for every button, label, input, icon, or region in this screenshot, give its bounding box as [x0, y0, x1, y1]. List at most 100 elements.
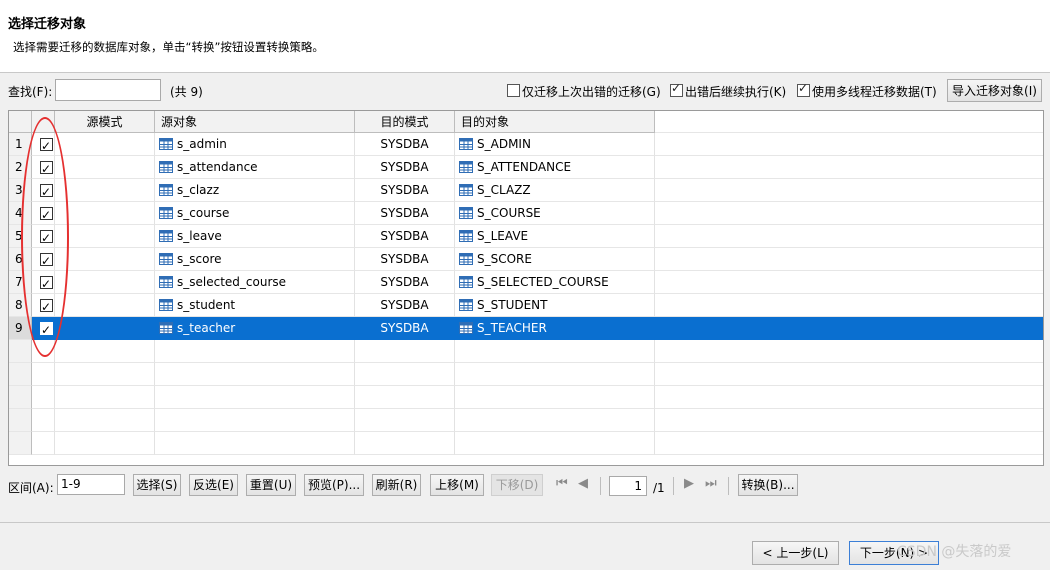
src-object-name: s_clazz — [177, 183, 220, 197]
table-icon — [155, 229, 177, 243]
column-header-dst-object[interactable]: 目的对象 — [455, 111, 655, 133]
select-button[interactable]: 选择(S) — [133, 474, 181, 496]
dst-schema-cell[interactable]: SYSDBA — [355, 156, 455, 179]
check-header[interactable] — [32, 111, 55, 133]
table-row[interactable]: 4 s_course SYSDBA S_COURSE — [9, 202, 1043, 225]
src-schema-cell[interactable] — [55, 225, 155, 248]
footer-divider — [0, 522, 1050, 523]
row-checkbox-cell[interactable] — [32, 294, 55, 317]
range-input[interactable]: 1-9 — [57, 474, 125, 495]
column-header-src-object[interactable]: 源对象 — [155, 111, 355, 133]
row-checkbox-cell[interactable] — [32, 225, 55, 248]
row-checkbox[interactable] — [40, 227, 53, 247]
previous-step-button[interactable]: < 上一步(L) — [752, 541, 839, 565]
empty-cell — [455, 340, 655, 363]
row-checkbox-cell[interactable] — [32, 202, 55, 225]
dst-object-cell[interactable]: S_ADMIN — [455, 133, 655, 156]
empty-cell — [355, 432, 455, 455]
reset-button[interactable]: 重置(U) — [246, 474, 296, 496]
src-object-name: s_selected_course — [177, 275, 287, 289]
dst-object-cell[interactable]: S_TEACHER — [455, 317, 655, 340]
dst-schema-cell[interactable]: SYSDBA — [355, 179, 455, 202]
dst-object-cell[interactable]: S_LEAVE — [455, 225, 655, 248]
row-checkbox[interactable] — [40, 296, 53, 316]
src-schema-cell[interactable] — [55, 179, 155, 202]
continue-on-error-checkbox[interactable] — [670, 81, 683, 97]
row-checkbox-cell[interactable] — [32, 271, 55, 294]
dst-object-cell[interactable]: S_COURSE — [455, 202, 655, 225]
dst-object-cell[interactable]: S_SELECTED_COURSE — [455, 271, 655, 294]
next-page-icon[interactable]: ▶ — [684, 476, 694, 491]
move-up-button[interactable]: 上移(M) — [430, 474, 484, 496]
dst-schema-cell[interactable]: SYSDBA — [355, 294, 455, 317]
dst-schema-cell[interactable]: SYSDBA — [355, 202, 455, 225]
search-label: 查找(F): — [8, 85, 53, 99]
src-object-cell[interactable]: s_leave — [155, 225, 355, 248]
src-object-cell[interactable]: s_selected_course — [155, 271, 355, 294]
src-schema-cell[interactable] — [55, 317, 155, 340]
src-object-cell[interactable]: s_score — [155, 248, 355, 271]
table-icon — [155, 252, 177, 266]
dst-schema-cell[interactable]: SYSDBA — [355, 225, 455, 248]
dst-schema-cell[interactable]: SYSDBA — [355, 248, 455, 271]
src-schema-cell[interactable] — [55, 133, 155, 156]
row-checkbox-cell[interactable] — [32, 248, 55, 271]
src-schema-cell[interactable] — [55, 248, 155, 271]
table-row[interactable]: 5 s_leave SYSDBA S_LEAVE — [9, 225, 1043, 248]
row-number: 6 — [9, 248, 32, 271]
page-number-input[interactable]: 1 — [609, 476, 647, 496]
dst-object-cell[interactable]: S_ATTENDANCE — [455, 156, 655, 179]
src-schema-cell[interactable] — [55, 271, 155, 294]
dst-object-cell[interactable]: S_SCORE — [455, 248, 655, 271]
src-object-cell[interactable]: s_admin — [155, 133, 355, 156]
row-checkbox-cell[interactable] — [32, 156, 55, 179]
dst-schema-cell[interactable]: SYSDBA — [355, 133, 455, 156]
src-object-cell[interactable]: s_student — [155, 294, 355, 317]
row-checkbox-cell[interactable] — [32, 179, 55, 202]
first-page-icon[interactable]: ⏮ — [556, 476, 568, 491]
src-object-cell[interactable]: s_attendance — [155, 156, 355, 179]
table-row[interactable]: 6 s_score SYSDBA S_SCORE — [9, 248, 1043, 271]
row-checkbox[interactable] — [40, 319, 53, 339]
row-checkbox[interactable] — [40, 204, 53, 224]
row-checkbox-cell[interactable] — [32, 133, 55, 156]
import-objects-button[interactable]: 导入迁移对象(I) — [947, 79, 1042, 102]
src-object-cell[interactable]: s_course — [155, 202, 355, 225]
column-header-dst-schema[interactable]: 目的模式 — [355, 111, 455, 133]
empty-cell — [155, 409, 355, 432]
dst-object-cell[interactable]: S_CLAZZ — [455, 179, 655, 202]
table-row[interactable]: 8 s_student SYSDBA S_STUDENT — [9, 294, 1043, 317]
table-row[interactable]: 7 s_selected_course SYSDBA S_SELECTED_COURS… — [9, 271, 1043, 294]
multithread-checkbox[interactable] — [797, 81, 810, 97]
src-object-cell[interactable]: s_clazz — [155, 179, 355, 202]
src-schema-cell[interactable] — [55, 156, 155, 179]
table-row[interactable]: 2 s_attendance SYSDBA S_ATTENDANCE — [9, 156, 1043, 179]
dst-schema-cell[interactable]: SYSDBA — [355, 271, 455, 294]
row-checkbox-cell[interactable] — [32, 317, 55, 340]
row-checkbox[interactable] — [40, 250, 53, 270]
row-number — [9, 340, 32, 363]
row-checkbox[interactable] — [40, 158, 53, 178]
src-object-cell[interactable]: s_teacher — [155, 317, 355, 340]
row-checkbox[interactable] — [40, 181, 53, 201]
src-schema-cell[interactable] — [55, 202, 155, 225]
preview-button[interactable]: 预览(P)... — [304, 474, 364, 496]
convert-button[interactable]: 转换(B)... — [738, 474, 798, 496]
table-row[interactable]: 3 s_clazz SYSDBA S_CLAZZ — [9, 179, 1043, 202]
refresh-button[interactable]: 刷新(R) — [372, 474, 421, 496]
empty-cell — [655, 340, 1043, 363]
table-row[interactable]: 1 s_admin SYSDBA S_ADMIN — [9, 133, 1043, 156]
search-input[interactable] — [55, 79, 161, 101]
row-checkbox[interactable] — [40, 273, 53, 293]
prev-page-icon[interactable]: ◀ — [578, 476, 588, 491]
table-icon — [155, 206, 177, 220]
invert-selection-button[interactable]: 反选(E) — [189, 474, 238, 496]
failed-only-checkbox[interactable] — [507, 84, 520, 97]
last-page-icon[interactable]: ⏭ — [705, 476, 717, 491]
column-header-src-schema[interactable]: 源模式 — [55, 111, 155, 133]
dst-object-cell[interactable]: S_STUDENT — [455, 294, 655, 317]
table-row[interactable]: 9 s_teacher SYSDBA S_TEACHER — [9, 317, 1043, 340]
row-checkbox[interactable] — [40, 135, 53, 155]
src-schema-cell[interactable] — [55, 294, 155, 317]
dst-schema-cell[interactable]: SYSDBA — [355, 317, 455, 340]
